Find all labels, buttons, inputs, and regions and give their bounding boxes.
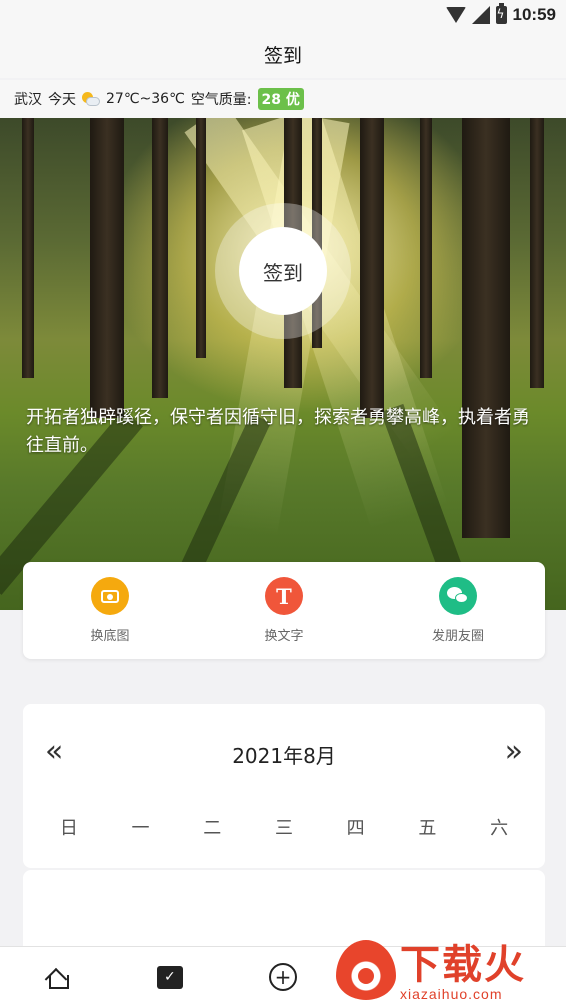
daily-quote: 开拓者独辟蹊径，保守者因循守旧，探索者勇攀高峰，执着者勇往直前。 [26,407,530,456]
tree-trunk [22,118,34,378]
page-title: 签到 [263,44,302,67]
weekday-fri: 五 [418,818,437,839]
weather-day: 今天 [48,92,76,108]
status-bar: 10:59 [0,0,566,30]
next-month-button[interactable]: » [505,734,523,769]
calendar-month-title: 2021年8月 [232,744,336,768]
text-icon: T [265,577,303,615]
watermark-title: 下载火 [400,942,526,988]
tree-trunk [360,118,384,418]
change-background-button[interactable]: 换底图 [50,577,170,644]
aqi-badge: 28 优 [257,88,304,110]
weather-city: 武汉 [14,92,42,108]
weekday-mon: 一 [131,818,150,839]
action-label: 发朋友圈 [431,629,484,644]
aqi-label: 空气质量: [190,92,252,108]
add-icon: + [269,963,297,991]
tree-trunk [462,118,510,538]
sign-in-button[interactable]: 签到 [239,227,327,315]
action-label: 换底图 [90,629,130,644]
wifi-icon [445,7,466,23]
tree-trunk [90,118,124,418]
nav-home[interactable] [17,947,97,1006]
signal-icon [471,6,490,24]
weather-temperature: 27℃~36℃ [106,91,185,107]
hero-background-image: 签到 开拓者独辟蹊径，保守者因循守旧，探索者勇攀高峰，执着者勇往直前。 [0,118,566,610]
camera-icon [91,577,129,615]
title-bar: 签到 [0,30,566,78]
change-text-button[interactable]: T 换文字 [224,577,344,644]
checkin-calendar-icon [157,965,183,989]
partly-cloudy-icon [82,92,100,106]
watermark-logo: 下载火 xiazaihuo.com [336,930,566,1006]
home-icon [46,967,69,989]
share-moments-button[interactable]: 发朋友圈 [398,577,518,644]
battery-icon [495,3,507,24]
nav-add[interactable]: + [243,947,323,1006]
status-time: 10:59 [512,5,556,24]
watermark-url: xiazaihuo.com [400,986,503,1002]
weekday-tue: 二 [203,818,222,839]
calendar-card: « 2021年8月 » 日 一 二 三 四 五 六 [23,704,545,868]
weather-bar: 武汉 今天 27℃~36℃ 空气质量: 28 优 [0,80,566,118]
tree-trunk [530,118,544,388]
action-label: 换文字 [264,629,304,644]
nav-checkin[interactable] [130,947,210,1006]
weekday-sat: 六 [490,818,509,839]
weekday-wed: 三 [274,818,293,839]
weekday-sun: 日 [59,818,78,839]
tree-trunk [196,118,206,358]
status-icons: 10:59 [445,3,556,26]
tree-trunk [420,118,432,378]
weekday-header: 日 一 二 三 四 五 六 [23,814,545,840]
action-card: 换底图 T 换文字 发朋友圈 [23,562,545,659]
wechat-icon [439,577,477,615]
weekday-thu: 四 [346,818,365,839]
tree-trunk [152,118,168,398]
